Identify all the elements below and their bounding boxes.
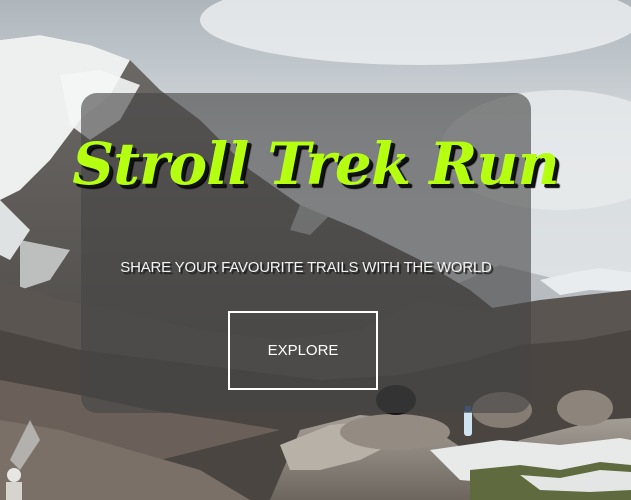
hero-section: Stroll Trek Run SHARE YOUR FAVOURITE TRA… [0,0,631,500]
hero-tagline: SHARE YOUR FAVOURITE TRAILS WITH THE WOR… [120,259,492,276]
explore-button-label: EXPLORE [267,342,339,359]
site-title: Stroll Trek Run [72,130,560,198]
explore-button[interactable]: EXPLORE [228,311,378,390]
